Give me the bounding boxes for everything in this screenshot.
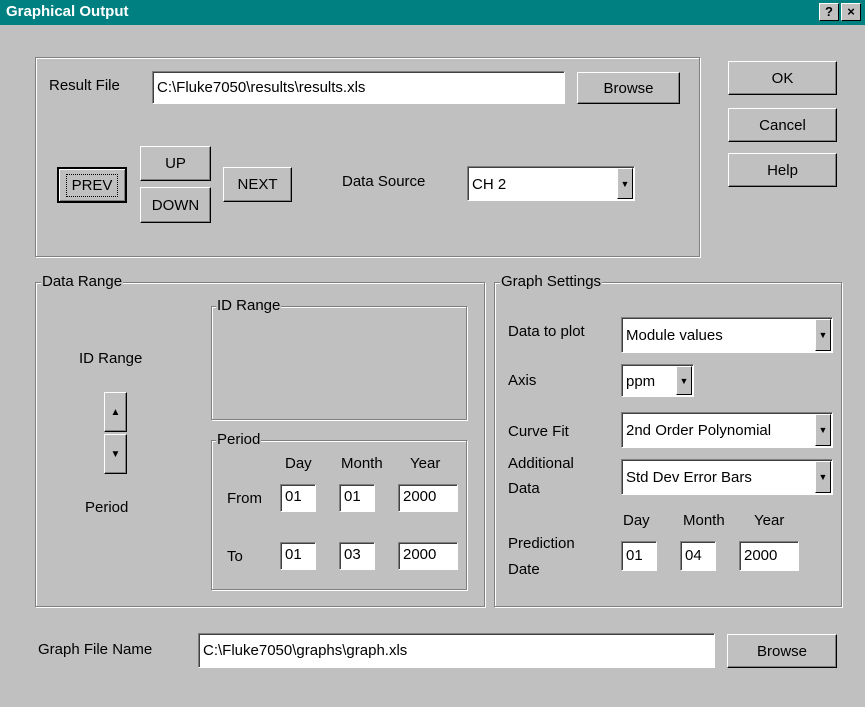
prediction-month-header: Month [683,512,725,529]
title-bar [0,0,865,25]
graph-settings-title: Graph Settings [500,273,603,290]
cancel-button[interactable]: Cancel [728,108,837,142]
data-source-label: Data Source [342,173,426,190]
period-month-header: Month [341,455,383,472]
from-month-input[interactable]: 01 [339,484,375,512]
data-to-plot-select[interactable]: Module values ▼ [621,317,833,353]
prev-button[interactable]: PREV [57,167,127,203]
additional-data-select[interactable]: Std Dev Error Bars ▼ [621,459,833,495]
period-day-header: Day [285,455,312,472]
axis-select[interactable]: ppm ▼ [621,364,694,397]
id-range-label: ID Range [79,350,143,367]
data-to-plot-label: Data to plot [508,323,585,340]
to-day-input[interactable]: 01 [280,542,316,570]
prediction-year-header: Year [754,512,785,529]
period-side-label: Period [85,499,129,516]
to-month-input[interactable]: 03 [339,542,375,570]
axis-label: Axis [508,372,537,389]
axis-value: ppm [626,373,656,390]
prediction-date-label-line1: Prediction [508,535,575,552]
help-button[interactable]: Help [728,153,837,187]
additional-data-value: Std Dev Error Bars [626,469,752,486]
graph-browse-button[interactable]: Browse [727,634,837,668]
from-year-input[interactable]: 2000 [398,484,458,512]
data-to-plot-value: Module values [626,327,723,344]
curve-fit-value: 2nd Order Polynomial [626,422,772,439]
chevron-down-icon[interactable]: ▼ [815,319,831,351]
to-year-input[interactable]: 2000 [398,542,458,570]
prediction-month-input[interactable]: 04 [680,541,716,571]
chevron-down-icon[interactable]: ▼ [617,168,633,199]
id-range-group [211,306,467,420]
prediction-date-label-line2: Date [508,561,540,578]
prev-button-label: PREV [65,173,119,197]
result-file-label: Result File [49,77,120,94]
window-title: Graphical Output [6,3,129,20]
curve-fit-label: Curve Fit [508,423,569,440]
data-source-select[interactable]: CH 2 ▼ [467,166,635,201]
result-browse-button[interactable]: Browse [577,72,680,104]
down-button[interactable]: DOWN [140,187,211,223]
chevron-down-icon[interactable]: ▼ [676,366,692,395]
additional-data-label-line1: Additional [508,455,574,472]
prediction-day-header: Day [623,512,650,529]
context-help-button[interactable]: ? [819,3,839,21]
chevron-down-icon[interactable]: ▼ [815,461,831,493]
to-label: To [227,548,243,565]
scroll-up-icon[interactable]: ▲ [104,392,127,432]
from-day-input[interactable]: 01 [280,484,316,512]
additional-data-label-line2: Data [508,480,540,497]
curve-fit-select[interactable]: 2nd Order Polynomial ▼ [621,412,833,448]
id-range-group-title: ID Range [216,297,282,314]
graph-file-input[interactable]: C:\Fluke7050\graphs\graph.xls [198,633,715,668]
graph-file-label: Graph File Name [38,641,153,658]
next-button[interactable]: NEXT [223,167,292,202]
period-group-title: Period [216,431,262,448]
scroll-down-icon[interactable]: ▼ [104,434,127,474]
data-source-value: CH 2 [472,176,507,193]
prediction-day-input[interactable]: 01 [621,541,657,571]
result-file-input[interactable]: C:\Fluke7050\results\results.xls [152,71,565,104]
up-button[interactable]: UP [140,146,211,181]
period-year-header: Year [410,455,441,472]
ok-button[interactable]: OK [728,61,837,95]
prediction-year-input[interactable]: 2000 [739,541,799,571]
chevron-down-icon[interactable]: ▼ [815,414,831,446]
data-range-title: Data Range [41,273,124,290]
close-button[interactable]: × [841,3,861,21]
from-label: From [227,490,262,507]
